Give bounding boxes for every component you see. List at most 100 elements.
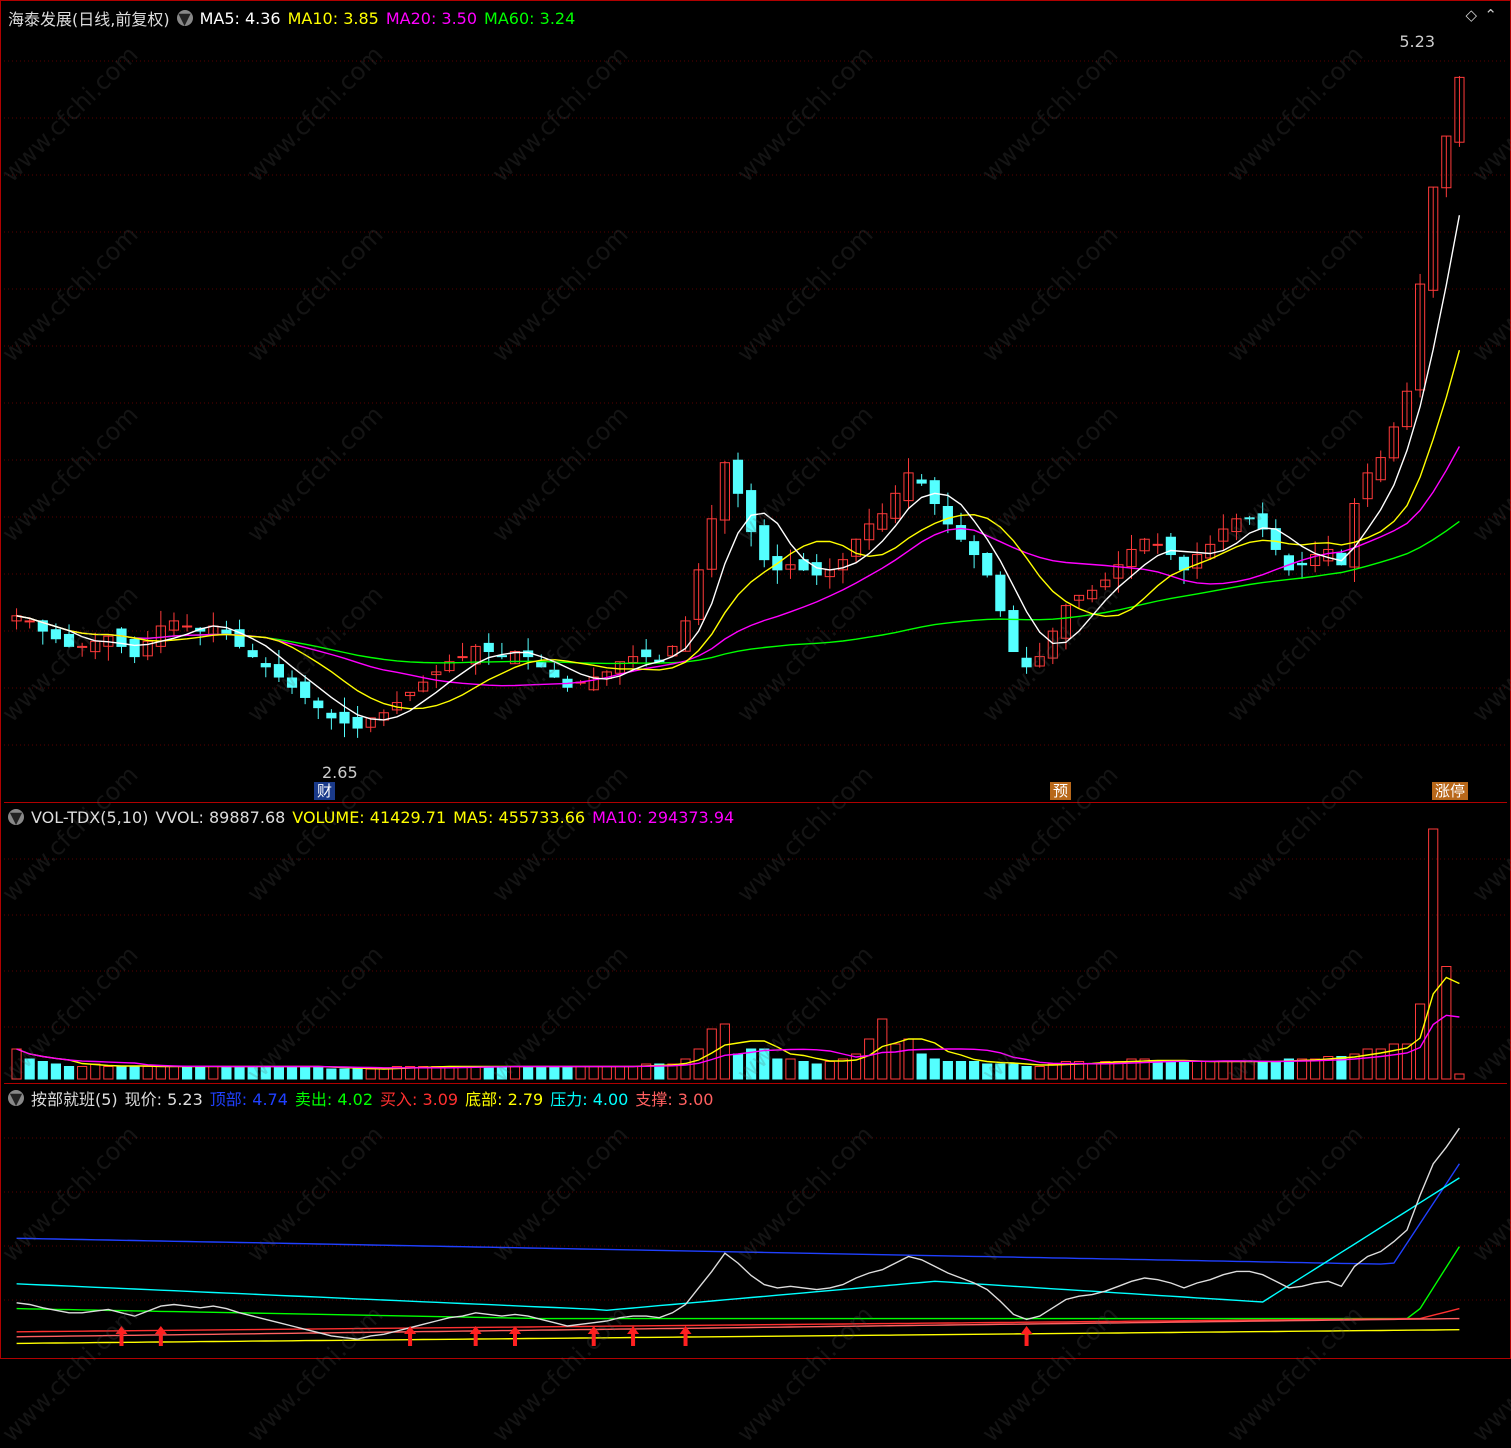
candle-body xyxy=(1021,657,1032,668)
volume-bar xyxy=(1428,828,1439,1080)
volume-bar xyxy=(732,1053,744,1080)
candle-body xyxy=(286,677,298,688)
candle-body xyxy=(746,490,757,533)
candle-body xyxy=(1296,562,1308,566)
indicator-chart[interactable] xyxy=(4,1084,1507,1354)
stock-title[interactable]: 海泰发展(日线,前复权) xyxy=(8,6,170,30)
candle-body xyxy=(457,656,468,659)
buy-signal-arrow-icon xyxy=(509,1326,522,1346)
limit-up-badge[interactable]: 涨停 xyxy=(1432,782,1469,800)
buy-signal-arrow-icon xyxy=(469,1326,482,1346)
volume-bar xyxy=(273,1066,284,1080)
volume-bar xyxy=(11,1048,22,1080)
volume-bar xyxy=(536,1066,547,1080)
indicator-name[interactable]: 按部就班(5) xyxy=(31,1086,118,1110)
candle-body xyxy=(759,525,770,561)
volume-bar xyxy=(1257,1061,1268,1080)
indicator-dropdown-icon[interactable]: ▼ xyxy=(8,1089,24,1108)
volume-bar xyxy=(1441,966,1452,1080)
ma60-legend: MA60: 3.24 xyxy=(484,8,576,28)
candle-body xyxy=(995,574,1006,612)
candle-body xyxy=(732,459,744,494)
volume-legend: VOLUME: 41429.71 xyxy=(292,807,447,827)
ma5-legend: MA5: 4.36 xyxy=(199,8,281,28)
collapse-arrow-icon[interactable]: ⌃ xyxy=(1484,6,1497,24)
volume-bar xyxy=(785,1058,796,1080)
candle-body xyxy=(24,620,35,623)
indicator-panel[interactable]: ▼ 按部就班(5) 现价: 5.23 顶部: 4.74 卖出: 4.02 买入:… xyxy=(4,1084,1507,1354)
volume-bar xyxy=(470,1066,481,1080)
candle-body xyxy=(77,645,88,648)
volume-bar xyxy=(824,1061,835,1080)
candlestick-chart[interactable] xyxy=(4,4,1507,802)
volume-bar xyxy=(1192,1061,1203,1080)
volume-bar xyxy=(1034,1066,1045,1080)
volume-bar xyxy=(1047,1063,1058,1080)
settings-dropdown-icon[interactable]: ▼ xyxy=(176,9,193,28)
candle-body xyxy=(1283,555,1295,571)
candle-body xyxy=(1152,543,1163,546)
vol-ma10-legend: MA10: 294373.94 xyxy=(592,807,735,827)
volume-bar xyxy=(129,1066,140,1080)
ma10-line xyxy=(16,350,1461,710)
forecast-badge[interactable]: 预 xyxy=(1050,782,1072,800)
volume-panel[interactable]: ▼ VOL-TDX(5,10) VVOL: 89887.68 VOLUME: 4… xyxy=(4,803,1507,1084)
volume-indicator-name[interactable]: VOL-TDX(5,10) xyxy=(31,808,148,827)
volume-bar xyxy=(496,1066,507,1080)
volume-bar xyxy=(837,1058,849,1080)
candle-body xyxy=(969,541,980,556)
volume-bar xyxy=(916,1053,927,1080)
volume-bar xyxy=(50,1063,62,1080)
volume-bar xyxy=(234,1066,245,1080)
finance-badge[interactable]: 财 xyxy=(314,782,336,800)
candle-body xyxy=(483,642,494,653)
volume-bar xyxy=(969,1061,980,1080)
volume-bar xyxy=(1021,1066,1032,1080)
volume-bar xyxy=(1244,1061,1255,1080)
candle-body xyxy=(313,700,324,709)
buy-signal-arrow-icon xyxy=(1020,1326,1033,1346)
volume-bar xyxy=(483,1066,494,1080)
price-panel[interactable]: 海泰发展(日线,前复权) ▼ MA5: 4.36 MA10: 3.85 MA20… xyxy=(4,4,1507,803)
support-legend: 支撑: 3.00 xyxy=(635,1090,714,1109)
candle-body xyxy=(129,638,140,658)
volume-bar xyxy=(549,1066,560,1080)
candle-body xyxy=(273,664,284,678)
volume-bar xyxy=(850,1053,862,1080)
volume-bar xyxy=(955,1061,967,1080)
volume-bar xyxy=(247,1066,258,1080)
candle-body xyxy=(339,711,350,724)
volume-bar xyxy=(995,1063,1006,1080)
candle-body xyxy=(63,633,75,647)
volume-bar xyxy=(1454,1073,1465,1080)
volume-bar xyxy=(221,1066,232,1080)
volume-bar xyxy=(378,1068,389,1080)
top-line xyxy=(16,1163,1460,1265)
volume-bar xyxy=(90,1063,101,1080)
buy-signal-arrow-icon xyxy=(154,1326,167,1346)
volume-bar xyxy=(168,1066,180,1080)
volume-bar xyxy=(614,1066,626,1080)
candle-body xyxy=(352,716,363,729)
candle-body xyxy=(326,712,337,719)
candle-body xyxy=(221,629,232,635)
volume-bar xyxy=(982,1063,993,1080)
ma10-legend: MA10: 3.85 xyxy=(287,8,379,28)
volume-panel-header: ▼ VOL-TDX(5,10) VVOL: 89887.68 VOLUME: 4… xyxy=(8,806,734,828)
candle-body xyxy=(929,480,940,505)
volume-bar xyxy=(746,1048,757,1080)
volume-bar xyxy=(24,1058,35,1080)
volume-bar xyxy=(260,1066,271,1080)
volume-bar xyxy=(523,1066,534,1080)
volume-bar xyxy=(942,1061,953,1080)
pressure-legend: 压力: 4.00 xyxy=(550,1090,629,1109)
diamond-icon[interactable]: ◇ xyxy=(1465,6,1477,24)
candle-body xyxy=(1336,552,1347,566)
volume-bar xyxy=(286,1066,298,1080)
volume-chart[interactable] xyxy=(4,803,1507,1083)
volume-bar xyxy=(63,1066,75,1080)
volume-bar xyxy=(208,1066,219,1080)
candle-body xyxy=(641,649,652,658)
volume-bar xyxy=(116,1066,127,1080)
volume-dropdown-icon[interactable]: ▼ xyxy=(8,808,24,827)
